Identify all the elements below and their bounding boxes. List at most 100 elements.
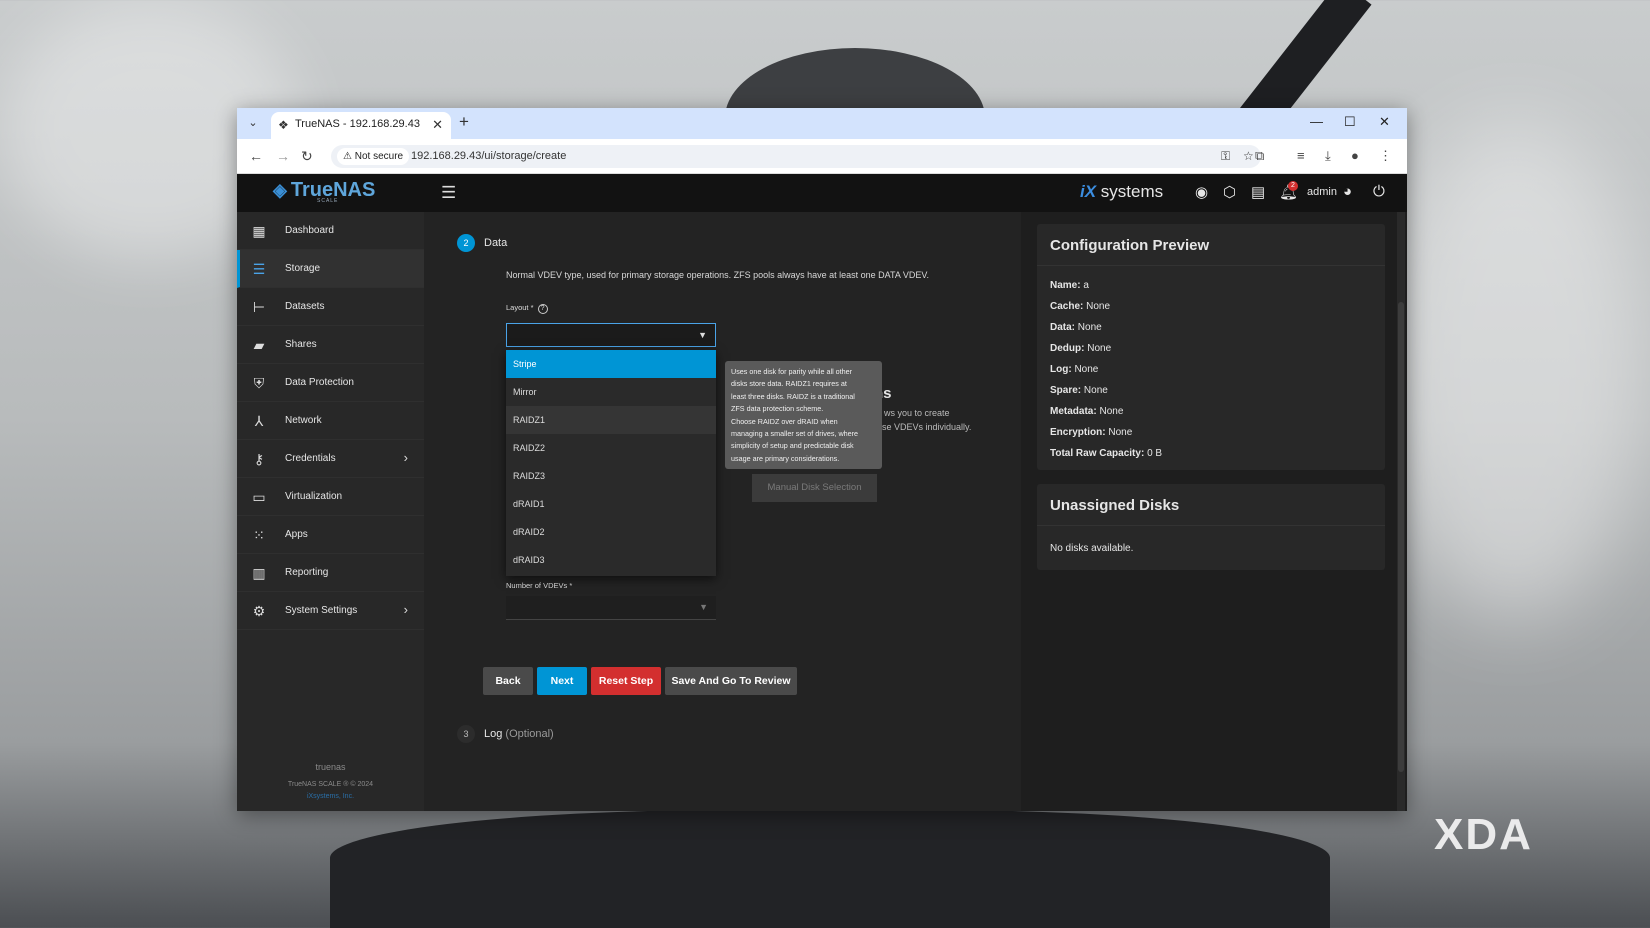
url-text[interactable]: 192.168.29.43/ui/storage/create xyxy=(411,150,566,162)
media-queue-icon[interactable]: ≡ xyxy=(1297,148,1305,163)
sidebar-item-data-protection[interactable]: ⛨ Data Protection xyxy=(237,364,424,402)
minimize-icon[interactable]: — xyxy=(1310,114,1323,129)
next-button[interactable]: Next xyxy=(537,667,587,695)
layout-option[interactable]: Stripe xyxy=(506,350,716,378)
card-title: Configuration Preview xyxy=(1050,237,1210,254)
copyright: TrueNAS SCALE ® © 2024 xyxy=(287,781,374,788)
hostname: truenas xyxy=(315,762,346,772)
help-icon[interactable]: ? xyxy=(537,304,548,314)
config-key: Spare: xyxy=(1050,385,1082,396)
layout-option[interactable]: dRAID3 xyxy=(506,546,716,574)
layout-option[interactable]: dRAID2 xyxy=(506,518,716,546)
account-circle-icon[interactable]: ◕ xyxy=(1343,183,1352,200)
sidebar-item-label: Data Protection xyxy=(285,377,354,388)
sidebar-item-label: System Settings xyxy=(285,605,358,616)
truenas-logo-mark-icon: ◈ xyxy=(273,180,287,200)
forward-icon[interactable]: → xyxy=(276,148,290,164)
back-icon[interactable]: ← xyxy=(249,148,263,164)
maximize-icon[interactable]: ☐ xyxy=(1344,114,1356,130)
layout-select[interactable]: ▼ xyxy=(506,323,716,347)
layout-option[interactable]: Mirror xyxy=(506,378,716,406)
number-of-vdevs-select[interactable]: ▼ xyxy=(506,596,716,620)
layout-option[interactable]: dRAID1 xyxy=(506,490,716,518)
bookmark-star-icon[interactable]: ☆ xyxy=(1243,149,1254,163)
extensions-icon[interactable]: ⧉ xyxy=(1255,148,1264,164)
sidebar-item-label: Storage xyxy=(285,263,321,274)
menu-toggle-icon[interactable]: ☰ xyxy=(441,183,456,203)
password-key-icon[interactable]: ⚿ xyxy=(1221,149,1230,164)
config-value: None xyxy=(1083,385,1108,396)
profile-avatar-icon[interactable]: ● xyxy=(1351,148,1359,163)
sidebar-item-shares[interactable]: ▰ Shares xyxy=(237,326,424,364)
tab-close-icon[interactable]: ✕ xyxy=(432,117,443,133)
config-value: None xyxy=(1099,406,1124,417)
config-row: Metadata: None xyxy=(1050,406,1123,417)
layout-option[interactable]: RAIDZ2 xyxy=(506,434,716,462)
sidebar-item-storage[interactable]: ☰ Storage xyxy=(237,250,424,288)
sidebar-item-dashboard[interactable]: ▦ Dashboard xyxy=(237,212,424,250)
config-key: Cache: xyxy=(1050,301,1084,312)
config-value: a xyxy=(1083,280,1089,291)
sidebar-item-credentials[interactable]: ⚷ Credentials › xyxy=(237,440,424,478)
ixsystems-logo[interactable]: iX systems xyxy=(1080,182,1163,202)
chevron-right-icon: › xyxy=(403,450,408,465)
truecommand-icon[interactable]: ◉ xyxy=(1195,183,1208,201)
config-row: Log: None xyxy=(1050,364,1098,375)
address-bar-row: ← → ↻ ⚠ Not secure 192.168.29.43/ui/stor… xyxy=(237,139,1407,174)
manual-disk-selection-button[interactable]: Manual Disk Selection xyxy=(752,474,877,502)
browser-tab[interactable]: ❖ TrueNAS - 192.168.29.43 ✕ xyxy=(271,112,451,139)
reload-icon[interactable]: ↻ xyxy=(301,148,313,165)
config-key: Data: xyxy=(1050,322,1076,333)
step-number: 3 xyxy=(457,725,475,743)
ix-prefix: iX xyxy=(1080,182,1097,201)
gear-icon: ⚙ xyxy=(252,603,266,619)
step-title-log[interactable]: Log (Optional) xyxy=(484,728,554,740)
omnibox[interactable]: ⚠ Not secure 192.168.29.43/ui/storage/cr… xyxy=(331,145,1261,168)
new-tab-button[interactable]: + xyxy=(459,112,469,132)
divider xyxy=(1037,265,1385,266)
sidebar-item-apps[interactable]: ⁙ Apps xyxy=(237,516,424,554)
user-name[interactable]: admin xyxy=(1307,186,1337,198)
key-icon: ⚷ xyxy=(253,451,265,467)
step-title-text: Log xyxy=(484,728,503,740)
power-icon[interactable]: ⏻ xyxy=(1373,183,1385,200)
step-title[interactable]: Data xyxy=(484,237,507,249)
task-manager-icon[interactable]: ▤ xyxy=(1251,183,1265,201)
config-key: Encryption: xyxy=(1050,427,1106,438)
tooltip-line: simplicity of setup and predictable disk xyxy=(731,441,854,451)
close-window-icon[interactable]: ✕ xyxy=(1379,114,1390,130)
layout-option[interactable]: RAIDZ3 xyxy=(506,462,716,490)
step-description: Normal VDEV type, used for primary stora… xyxy=(506,270,930,280)
tab-search-icon[interactable]: ⌄ xyxy=(243,113,263,133)
jobs-icon[interactable]: ⬡ xyxy=(1223,183,1236,201)
download-icon[interactable]: ⤓ xyxy=(1325,148,1331,164)
sidebar-item-virtualization[interactable]: ▭ Virtualization xyxy=(237,478,424,516)
truenas-topbar: ◈ TrueNAS SCALE ☰ iX systems ◉ ⬡ ▤ 🔔︎ 2 a… xyxy=(237,174,1407,212)
config-row: Data: None xyxy=(1050,322,1102,333)
sidebar-item-datasets[interactable]: ⊢ Datasets xyxy=(237,288,424,326)
security-chip[interactable]: ⚠ Not secure xyxy=(337,148,410,165)
storage-icon: ☰ xyxy=(252,261,266,277)
company-link[interactable]: iXsystems, Inc. xyxy=(237,793,424,800)
save-and-review-button[interactable]: Save And Go To Review xyxy=(665,667,797,695)
tooltip-line: usage are primary considerations. xyxy=(731,453,840,463)
back-button[interactable]: Back xyxy=(483,667,533,695)
reset-step-button[interactable]: Reset Step xyxy=(591,667,661,695)
config-value: None xyxy=(1108,427,1133,438)
sidebar-item-network[interactable]: ⅄ Network xyxy=(237,402,424,440)
scroll-thumb[interactable] xyxy=(1398,302,1404,772)
scrollbar[interactable] xyxy=(1397,212,1405,811)
sidebar-item-system-settings[interactable]: ⚙ System Settings › xyxy=(237,592,424,630)
config-value: 0 B xyxy=(1147,448,1163,459)
logo-subtitle: SCALE xyxy=(317,198,339,204)
tooltip-line: least three disks. RAIDZ is a traditiona… xyxy=(731,391,855,401)
sidebar-item-label: Reporting xyxy=(285,567,329,578)
sidebar-item-reporting[interactable]: ▥ Reporting xyxy=(237,554,424,592)
config-row: Name: a xyxy=(1050,280,1089,291)
sidebar-item-label: Dashboard xyxy=(285,225,334,236)
dropdown-arrow-icon: ▼ xyxy=(698,330,707,340)
shield-icon: ⛨ xyxy=(253,375,265,391)
layout-option[interactable]: RAIDZ1 xyxy=(506,406,716,434)
datasets-icon: ⊢ xyxy=(252,299,266,315)
browser-menu-icon[interactable]: ⋮ xyxy=(1379,148,1392,164)
